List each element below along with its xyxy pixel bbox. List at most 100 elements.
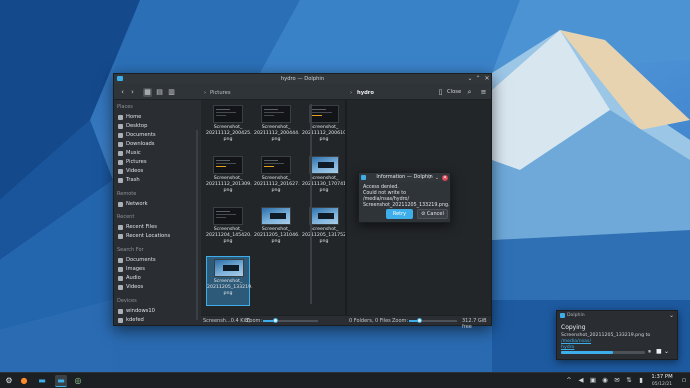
file-name: Screenshot_ 20211205_131752. png xyxy=(302,227,348,244)
dolphin-launcher-icon[interactable]: ▬ xyxy=(36,375,48,387)
cancel-button[interactable]: ⊘ Cancel xyxy=(417,209,448,219)
sidebar-item-recent-locations[interactable]: Recent Locations xyxy=(117,232,195,241)
zoom-slider-handle[interactable] xyxy=(417,318,423,323)
compact-view-icon[interactable]: ▤ xyxy=(155,88,164,97)
dialog-title: Information — Dolphin xyxy=(376,174,433,180)
file-thumbnail xyxy=(214,259,244,277)
file-view-left[interactable]: Screenshot_ 20211112_200425. png Screensho… xyxy=(201,100,348,315)
expand-details-icon[interactable]: ⌄ xyxy=(664,348,669,355)
close-icon[interactable]: ⌄ xyxy=(669,312,674,319)
network-icon[interactable]: ⇅ xyxy=(625,376,633,385)
taskbar: ⚙ ● ▬ ▬ ◎ ^ ◀ ▣ ◉ ✉ ⇅ ▮ 1:37 PM 05/12/21… xyxy=(0,372,690,388)
sidebar-item-videos[interactable]: Videos xyxy=(117,167,195,176)
recent-header: Recent xyxy=(117,214,135,220)
close-split-button[interactable]: Close xyxy=(447,88,461,97)
places-header: Places xyxy=(117,104,133,110)
sidebar-scrollbar[interactable] xyxy=(196,130,198,320)
forward-icon[interactable]: › xyxy=(128,88,137,97)
breadcrumb-hydro[interactable]: hydro xyxy=(357,90,374,96)
trash-icon xyxy=(118,178,123,183)
close-icon[interactable]: ✕ xyxy=(442,174,448,181)
sidebar-item-windows10[interactable]: windows10 xyxy=(117,307,195,316)
file-item[interactable]: Screenshot_ 20211204_145420. png xyxy=(206,205,252,255)
sidebar-item-downloads[interactable]: Downloads xyxy=(117,140,195,149)
running-app-icon[interactable]: ◎ xyxy=(72,375,84,387)
sidebar-item-search-documents[interactable]: Documents xyxy=(117,256,195,265)
destination-link-continued[interactable]: hydro xyxy=(561,345,574,350)
file-name: Screenshot_ 20211112_200425. png xyxy=(206,125,252,142)
pictures-icon xyxy=(118,160,123,165)
sidebar-item-home[interactable]: Home xyxy=(117,113,195,122)
back-icon[interactable]: ‹ xyxy=(118,88,127,97)
file-item[interactable]: Screenshot_ 20211112_201627. png xyxy=(254,154,300,204)
file-name: Screenshot_ 20211112_200610. png xyxy=(302,125,348,142)
firefox-icon[interactable]: ● xyxy=(18,375,30,387)
file-item[interactable]: Screenshot_ 20211205_131752. png xyxy=(302,205,348,255)
pause-icon[interactable]: ⏸ xyxy=(648,348,651,356)
dolphin-task-icon[interactable]: ▬ xyxy=(55,375,67,387)
file-view-scrollbar[interactable] xyxy=(310,104,312,304)
stop-icon[interactable]: ■ xyxy=(656,348,662,355)
file-thumbnail xyxy=(261,156,291,174)
file-item[interactable]: Screenshot_ 20211112_200610. png xyxy=(302,103,348,153)
status-summary-text: 0 Folders, 0 Files xyxy=(349,318,391,324)
image-icon xyxy=(118,267,123,272)
information-dialog: Information — Dolphin ? ⌄ ✕ Access denie… xyxy=(358,172,451,223)
destination-link[interactable]: /media/nsas/ xyxy=(561,339,591,344)
file-item[interactable]: Screenshot_ 20211112_200425. png xyxy=(206,103,252,153)
sidebar-item-network[interactable]: Network xyxy=(117,200,195,209)
notifications-icon[interactable]: ✉ xyxy=(613,376,621,385)
minimize-icon[interactable]: ⌄ xyxy=(467,76,473,82)
search-icon[interactable]: ⌕ xyxy=(465,88,474,97)
devices-header: Devices xyxy=(117,298,137,304)
sidebar-item-recent-files[interactable]: Recent Files xyxy=(117,223,195,232)
desktop-icon xyxy=(118,124,123,129)
sidebar-item-documents[interactable]: Documents xyxy=(117,131,195,140)
retry-button[interactable]: Retry xyxy=(386,209,413,219)
file-item[interactable]: Screenshot_ 20211112_200444. png xyxy=(254,103,300,153)
file-item[interactable]: Screenshot_ 20211130_170741. png xyxy=(302,154,348,204)
close-icon[interactable]: ✕ xyxy=(484,76,490,82)
sidebar-item-trash[interactable]: Trash xyxy=(117,176,195,185)
dolphin-app-icon xyxy=(560,313,565,318)
zoom-slider-left[interactable] xyxy=(263,318,318,323)
video-icon xyxy=(118,169,123,174)
show-desktop-icon[interactable]: ▫ xyxy=(680,376,688,385)
zoom-slider-handle[interactable] xyxy=(272,318,278,323)
updates-icon[interactable]: ◉ xyxy=(601,376,609,385)
file-name: Screenshot_ 20211205_133219. png xyxy=(207,279,253,296)
window-titlebar[interactable]: hydro — Dolphin ⌄ ⌃ ✕ xyxy=(114,74,491,84)
clock[interactable]: 1:37 PM 05/12/21 xyxy=(647,374,677,388)
volume-icon[interactable]: ◀ xyxy=(577,376,585,385)
breadcrumb-pictures[interactable]: Pictures xyxy=(210,90,231,96)
battery-icon[interactable]: ▮ xyxy=(637,376,645,385)
dialog-message: Access denied. Could not write to /media… xyxy=(363,185,450,208)
sidebar-item-search-images[interactable]: Images xyxy=(117,265,195,274)
file-item[interactable]: Screenshot_ 20211112_201309. png xyxy=(206,154,252,204)
file-name: Screenshot_ 20211112_200444. png xyxy=(254,125,300,142)
sidebar-item-pictures[interactable]: Pictures xyxy=(117,158,195,167)
maximize-icon[interactable]: ⌃ xyxy=(475,76,481,82)
zoom-slider-right[interactable] xyxy=(409,318,457,323)
minimize-icon[interactable]: ⌄ xyxy=(434,175,440,181)
zoom-label: Zoom: xyxy=(246,318,263,324)
icons-view-icon[interactable]: ▦ xyxy=(143,88,152,97)
sidebar-item-search-audio[interactable]: Audio xyxy=(117,274,195,283)
file-item-selected[interactable]: Screenshot_ 20211205_133219. png xyxy=(206,256,253,306)
sidebar-item-desktop[interactable]: Desktop xyxy=(117,122,195,131)
sidebar-item-search-videos[interactable]: Videos xyxy=(117,283,195,292)
sidebar-item-music[interactable]: Music xyxy=(117,149,195,158)
file-item[interactable]: Screenshot_ 20211205_131046. png xyxy=(254,205,300,255)
tray-expand-icon[interactable]: ^ xyxy=(565,376,573,385)
split-view-icon[interactable]: ▯ xyxy=(436,88,445,97)
file-name: Screenshot_ 20211112_201309. png xyxy=(206,176,252,193)
clipboard-icon[interactable]: ▣ xyxy=(589,376,597,385)
hamburger-menu-icon[interactable]: ≡ xyxy=(479,88,488,97)
dialog-titlebar[interactable]: Information — Dolphin ? ⌄ ✕ xyxy=(359,173,450,182)
folder-icon xyxy=(118,133,123,138)
dolphin-app-icon xyxy=(361,175,366,180)
details-view-icon[interactable]: ▥ xyxy=(167,88,176,97)
help-icon[interactable]: ? xyxy=(427,175,433,181)
sidebar-item-kdefed[interactable]: kdefed xyxy=(117,316,195,325)
application-launcher-icon[interactable]: ⚙ xyxy=(3,375,15,387)
